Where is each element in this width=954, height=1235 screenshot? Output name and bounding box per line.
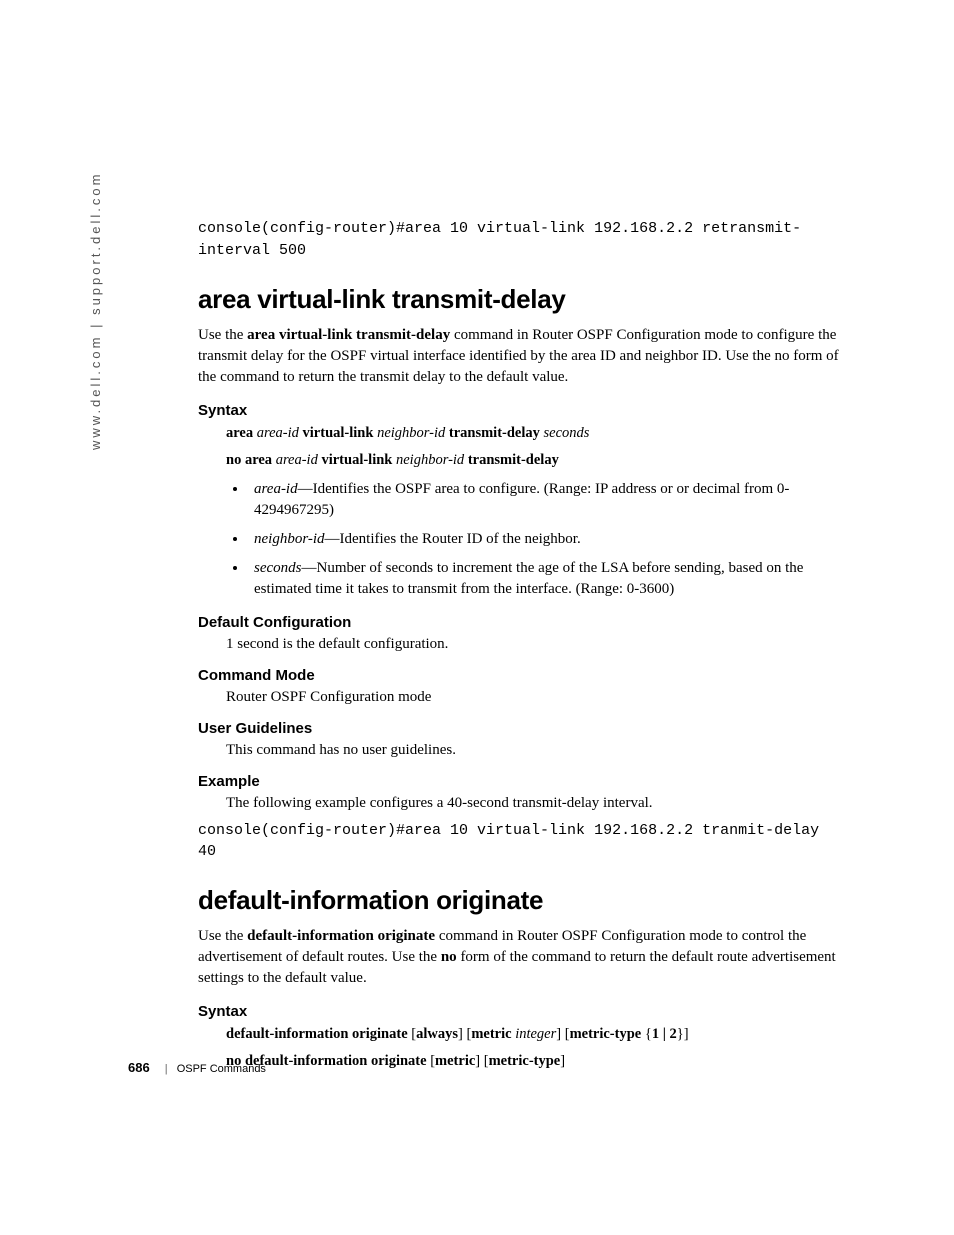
code-block-top: console(config-router)#area 10 virtual-l… — [198, 218, 843, 262]
syntax-line-1a: area area-id virtual-link neighbor-id tr… — [226, 425, 843, 442]
footer-separator: | — [165, 1063, 168, 1075]
default-config-text: 1 second is the default configuration. — [226, 636, 843, 653]
bullet-neighbor-id: neighbor-id—Identifies the Router ID of … — [248, 529, 843, 550]
section-title-1: area virtual-link transmit-delay — [198, 284, 843, 315]
page-content: console(config-router)#area 10 virtual-l… — [198, 218, 843, 1080]
command-mode-heading: Command Mode — [198, 667, 843, 684]
syntax-heading-2: Syntax — [198, 1003, 843, 1020]
section-1-description: Use the area virtual-link transmit-delay… — [198, 325, 843, 388]
command-mode-text: Router OSPF Configuration mode — [226, 689, 843, 706]
bullet-seconds: seconds—Number of seconds to increment t… — [248, 558, 843, 600]
syntax-heading-1: Syntax — [198, 402, 843, 419]
bullet-area-id: area-id—Identifies the OSPF area to conf… — [248, 479, 843, 521]
footer-section: OSPF Commands — [177, 1063, 266, 1075]
user-guidelines-heading: User Guidelines — [198, 720, 843, 737]
example-heading: Example — [198, 773, 843, 790]
code-block-example: console(config-router)#area 10 virtual-l… — [198, 820, 843, 864]
sidebar-url-text: www.dell.com | support.dell.com — [88, 172, 103, 450]
page-number: 686 — [128, 1060, 150, 1075]
example-text: The following example configures a 40-se… — [226, 795, 843, 812]
syntax-bullets-1: area-id—Identifies the OSPF area to conf… — [248, 479, 843, 600]
page-footer: 686 | OSPF Commands — [128, 1060, 266, 1075]
user-guidelines-text: This command has no user guidelines. — [226, 742, 843, 759]
section-2-description: Use the default-information originate co… — [198, 926, 843, 989]
section-title-2: default-information originate — [198, 885, 843, 916]
syntax-line-2a: default-information originate [always] [… — [226, 1026, 843, 1043]
syntax-line-1b: no area area-id virtual-link neighbor-id… — [226, 452, 843, 469]
default-config-heading: Default Configuration — [198, 614, 843, 631]
syntax-line-2b: no default-information originate [metric… — [226, 1053, 843, 1070]
